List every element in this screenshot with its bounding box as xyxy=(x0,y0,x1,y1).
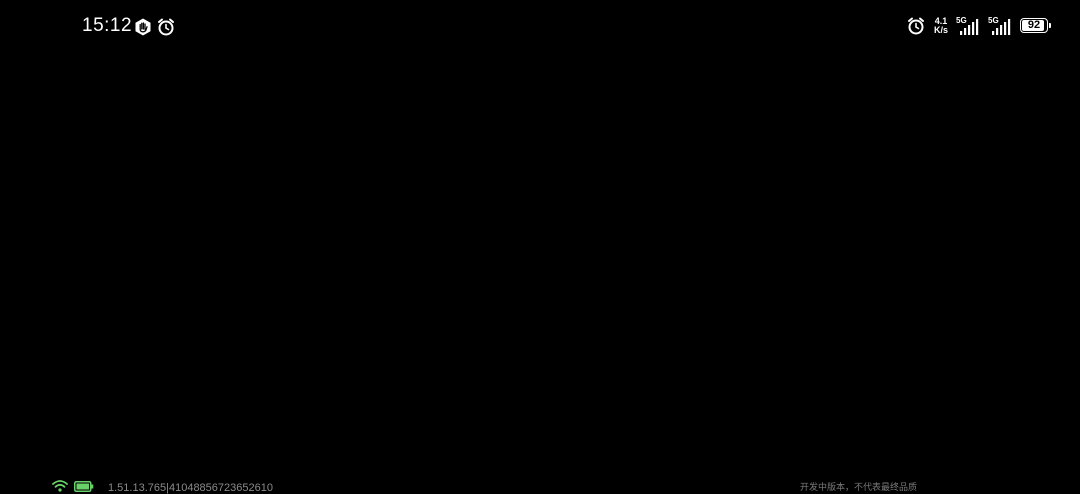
signal-sim1: 5G xyxy=(956,16,982,36)
wifi-icon xyxy=(52,479,68,494)
status-bar: 15:12 4.1 K/s 5G 5G 92 xyxy=(0,0,1080,54)
battery-icon: 92 xyxy=(1020,17,1054,35)
main-view[interactable] xyxy=(0,54,1080,464)
battery-tip xyxy=(1049,22,1051,28)
signal-bars-icon xyxy=(960,19,979,35)
network-speed-unit: K/s xyxy=(933,25,948,35)
signal-bars-icon xyxy=(992,19,1011,35)
status-left-icons xyxy=(133,17,176,37)
alarm-clock-icon xyxy=(156,17,176,37)
network-speed: 4.1 K/s xyxy=(934,17,948,35)
status-time: 15:12 xyxy=(82,15,133,36)
bottom-bar: 1.51.13.765|41048856723652610 开发中版本，不代表最… xyxy=(0,476,1080,494)
alarm-clock-icon xyxy=(906,16,926,36)
signal-sim2: 5G xyxy=(988,16,1014,36)
dev-version-disclaimer: 开发中版本，不代表最终品质 xyxy=(800,482,918,492)
debug-info-text: 1.51.13.765|41048856723652610 xyxy=(108,482,273,494)
status-right-icons: 4.1 K/s 5G 5G 92 xyxy=(906,16,1054,36)
device-battery-icon xyxy=(74,479,94,494)
battery-percent: 92 xyxy=(1027,18,1041,31)
hand-gesture-icon xyxy=(133,17,153,37)
bottom-left-status: 1.51.13.765|41048856723652610 xyxy=(52,479,273,494)
